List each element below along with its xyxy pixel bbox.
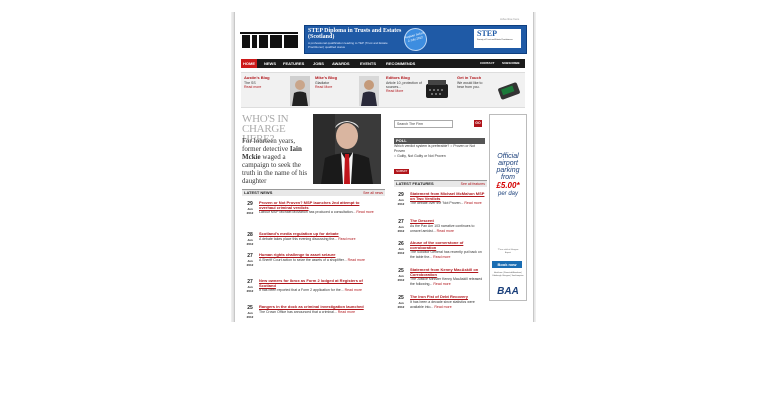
- book-now-button[interactable]: Book now: [492, 261, 522, 268]
- banner-title: STEP Diploma in Trusts and Estates (Scot…: [308, 28, 402, 40]
- news-title[interactable]: Rangers in the dock as criminal investig…: [259, 304, 377, 310]
- search-form: Search The Firm GO: [394, 120, 485, 128]
- iain-mckie-photo[interactable]: [313, 114, 381, 184]
- read-more-link[interactable]: Read more: [345, 288, 362, 292]
- nav-home[interactable]: HOME: [241, 59, 257, 68]
- latest-features-header: LATEST FEATURES See all features: [394, 180, 487, 187]
- the-firm-logo[interactable]: [240, 32, 298, 48]
- mike-photo: [359, 76, 379, 106]
- read-more-link[interactable]: Read more: [338, 310, 355, 314]
- feature-summary: The Solicitor General has recently put b…: [410, 250, 482, 259]
- baa-logo: BAA: [497, 286, 519, 297]
- mikes-blog[interactable]: Mike's Blog Gladiator Read More: [315, 75, 337, 89]
- read-more-link[interactable]: Read more: [464, 201, 481, 205]
- search-input[interactable]: Search The Firm: [394, 120, 453, 128]
- banner-subtitle: A professional qualification leading to …: [308, 41, 388, 49]
- news-date: 25 Jun 2012: [397, 268, 405, 282]
- news-summary: It has been reported that a Form 2 appli…: [259, 288, 362, 292]
- search-go-button[interactable]: GO: [474, 120, 482, 127]
- nav-subscribe[interactable]: SUBSCRIBE: [500, 59, 522, 68]
- news-title[interactable]: New owners for Ibrox as Form 2 lodged at…: [259, 278, 377, 288]
- news-date: 25 Jun 2012: [397, 295, 405, 309]
- advertise-link[interactable]: Advertise here: [500, 17, 519, 21]
- read-more-link[interactable]: Read more: [338, 237, 355, 241]
- poll-box: POLL Which verdict system is preferable?…: [394, 138, 485, 174]
- feature-title[interactable]: Abuse of the cornerstone of corroboratio…: [410, 240, 486, 250]
- register-badge: Register before 2 July 2012: [401, 26, 430, 53]
- read-more-link[interactable]: Read more: [437, 229, 454, 233]
- news-date: 27 Jun 2012: [397, 219, 405, 233]
- nav-awards[interactable]: AWARDS: [330, 59, 352, 68]
- news-title[interactable]: Proven or Not Proven? MSP launches 2nd a…: [259, 200, 377, 210]
- nav-recommends[interactable]: RECOMMENDS: [384, 59, 417, 68]
- read-more-link[interactable]: Read more: [433, 255, 450, 259]
- feature-summary: The debate over the 'Not Proven... Read …: [410, 201, 482, 205]
- see-all-news-link[interactable]: See all news: [363, 190, 383, 196]
- read-more-link[interactable]: Read more: [433, 282, 450, 286]
- news-date: 29 Jun 2012: [397, 192, 405, 206]
- baa-parking-ad[interactable]: Official airport parking from £5.00* per…: [489, 114, 527, 301]
- feature-title[interactable]: Statement from Kenny MacAskill on Corrob…: [410, 267, 486, 277]
- poll-submit-button[interactable]: SUBMIT: [394, 169, 410, 174]
- read-more-link[interactable]: Read more: [434, 305, 451, 309]
- news-date: 28 Jun 2012: [246, 232, 254, 246]
- news-date: 27 Jun 2012: [246, 279, 254, 293]
- poll-question: Which verdict system is preferable?: [394, 144, 450, 148]
- feature-teaser[interactable]: For fourteen years, former detective Iai…: [242, 137, 314, 185]
- news-summary: The Crown Office has announced that a cr…: [259, 310, 356, 314]
- news-date: 27 Jun 2012: [246, 253, 254, 267]
- latest-news-header: LATEST NEWS See all news: [242, 189, 385, 196]
- editors-blog[interactable]: Editors Blog Article 10, protection of s…: [386, 75, 424, 93]
- news-date: 25 Jun 2012: [246, 305, 254, 319]
- nav-events[interactable]: EVENTS: [358, 59, 378, 68]
- nav-jobs[interactable]: JOBS: [311, 59, 326, 68]
- feature-summary: As the Pan Am 103 narrative continues to…: [410, 224, 475, 233]
- news-summary: A debate takes place this evening discus…: [259, 237, 356, 241]
- main-nav: HOME NEWS FEATURES JOBS AWARDS EVENTS RE…: [241, 59, 525, 68]
- feature-summary: It has been a decade since statistics we…: [410, 300, 475, 309]
- news-date: 29 Jun 2012: [246, 201, 254, 215]
- read-more-link[interactable]: Read more: [348, 258, 365, 262]
- nav-news[interactable]: NEWS: [262, 59, 278, 68]
- poll-option-2[interactable]: ○ Guilty, Not Guilty or Not Proven: [394, 154, 446, 158]
- phone-image: [498, 82, 520, 100]
- news-summary: Labour MSP Michael McMahon has produced …: [259, 210, 374, 214]
- typewriter-image: [426, 80, 448, 98]
- feature-summary: The Justice Minister Kenny MacAskill rel…: [410, 277, 483, 286]
- news-title[interactable]: Scotland's media regulation up for debat…: [259, 231, 377, 237]
- news-title[interactable]: Human rights challenge to asset seizure: [259, 252, 377, 258]
- news-date: 26 Jun 2012: [397, 241, 405, 255]
- feature-title[interactable]: The Iron Fist of Debt Recovery: [410, 294, 486, 300]
- austins-blog[interactable]: Austin's Blog The SS Read more: [244, 75, 270, 89]
- blogs-strip: Austin's Blog The SS Read more Mike's Bl…: [241, 72, 525, 108]
- feature-title[interactable]: The Descent: [410, 218, 486, 224]
- step-diploma-banner[interactable]: STEP Diploma in Trusts and Estates (Scot…: [304, 25, 527, 54]
- feature-title[interactable]: Statement from Michael McMahon MSP on Tw…: [410, 191, 486, 201]
- news-summary: A Sheriff Court action to seize the asse…: [259, 258, 365, 262]
- nav-features[interactable]: FEATURES: [281, 59, 306, 68]
- get-in-touch[interactable]: Get in Touch We would like to hear from …: [457, 75, 489, 89]
- see-all-features-link[interactable]: See all features: [461, 181, 485, 187]
- nav-contact[interactable]: CONTACT: [478, 59, 496, 68]
- austin-photo: [290, 76, 310, 106]
- read-more-link[interactable]: Read more: [356, 210, 373, 214]
- step-logo: STEP Society of Trust and Estate Practit…: [474, 29, 521, 48]
